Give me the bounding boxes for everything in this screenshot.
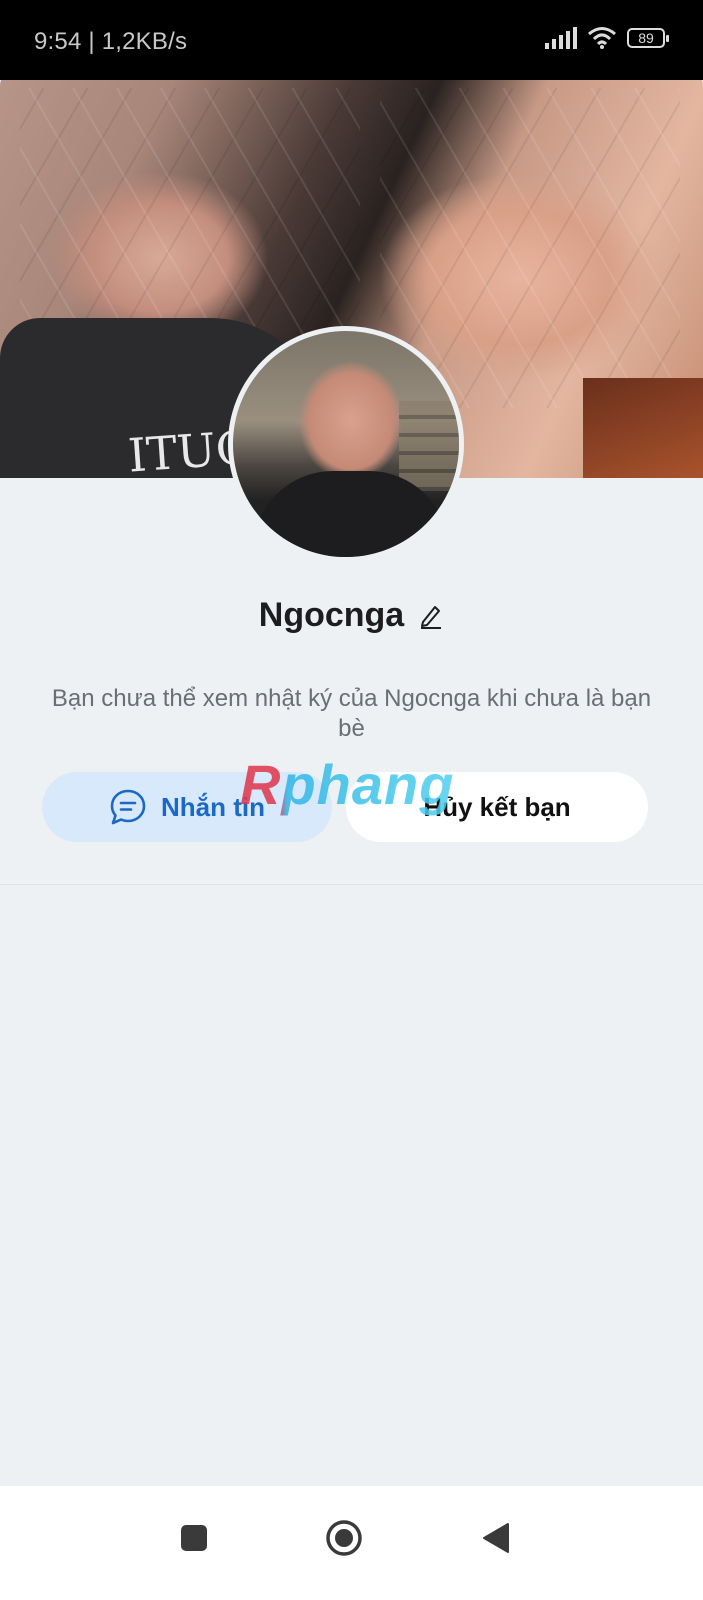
navigation-bar <box>0 1486 703 1600</box>
status-time-speed: 9:54 | 1,2KB/s <box>34 28 188 55</box>
status-icons: 89 <box>545 26 669 50</box>
message-button[interactable]: Nhắn tin <box>42 772 332 842</box>
edit-pencil-icon[interactable] <box>418 603 444 629</box>
back-icon[interactable] <box>466 1508 526 1568</box>
profile-name-row: Ngocnga <box>0 596 703 635</box>
battery-icon: 89 <box>627 28 669 48</box>
avatar[interactable] <box>228 326 464 562</box>
chat-bubble-icon <box>110 789 146 825</box>
home-icon[interactable] <box>314 1508 374 1568</box>
section-divider <box>0 884 703 885</box>
status-bar: 9:54 | 1,2KB/s 89 <box>0 0 703 80</box>
wifi-icon <box>588 27 616 49</box>
recent-apps-icon[interactable] <box>164 1508 224 1568</box>
status-time: 9:54 <box>34 28 82 55</box>
battery-level: 89 <box>638 30 654 46</box>
message-button-label: Nhắn tin <box>161 791 265 822</box>
avatar-background-shelf <box>399 401 459 491</box>
unfriend-button-label: Hủy kết bạn <box>423 791 571 822</box>
privacy-notice: Bạn chưa thể xem nhật ký của Ngocnga khi… <box>51 685 652 742</box>
status-speed: 1,2KB/s <box>101 28 188 55</box>
signal-icon <box>545 27 577 49</box>
profile-name: Ngocnga <box>258 596 405 634</box>
unfriend-button[interactable]: Hủy kết bạn <box>346 772 648 842</box>
cover-hair <box>583 378 703 478</box>
